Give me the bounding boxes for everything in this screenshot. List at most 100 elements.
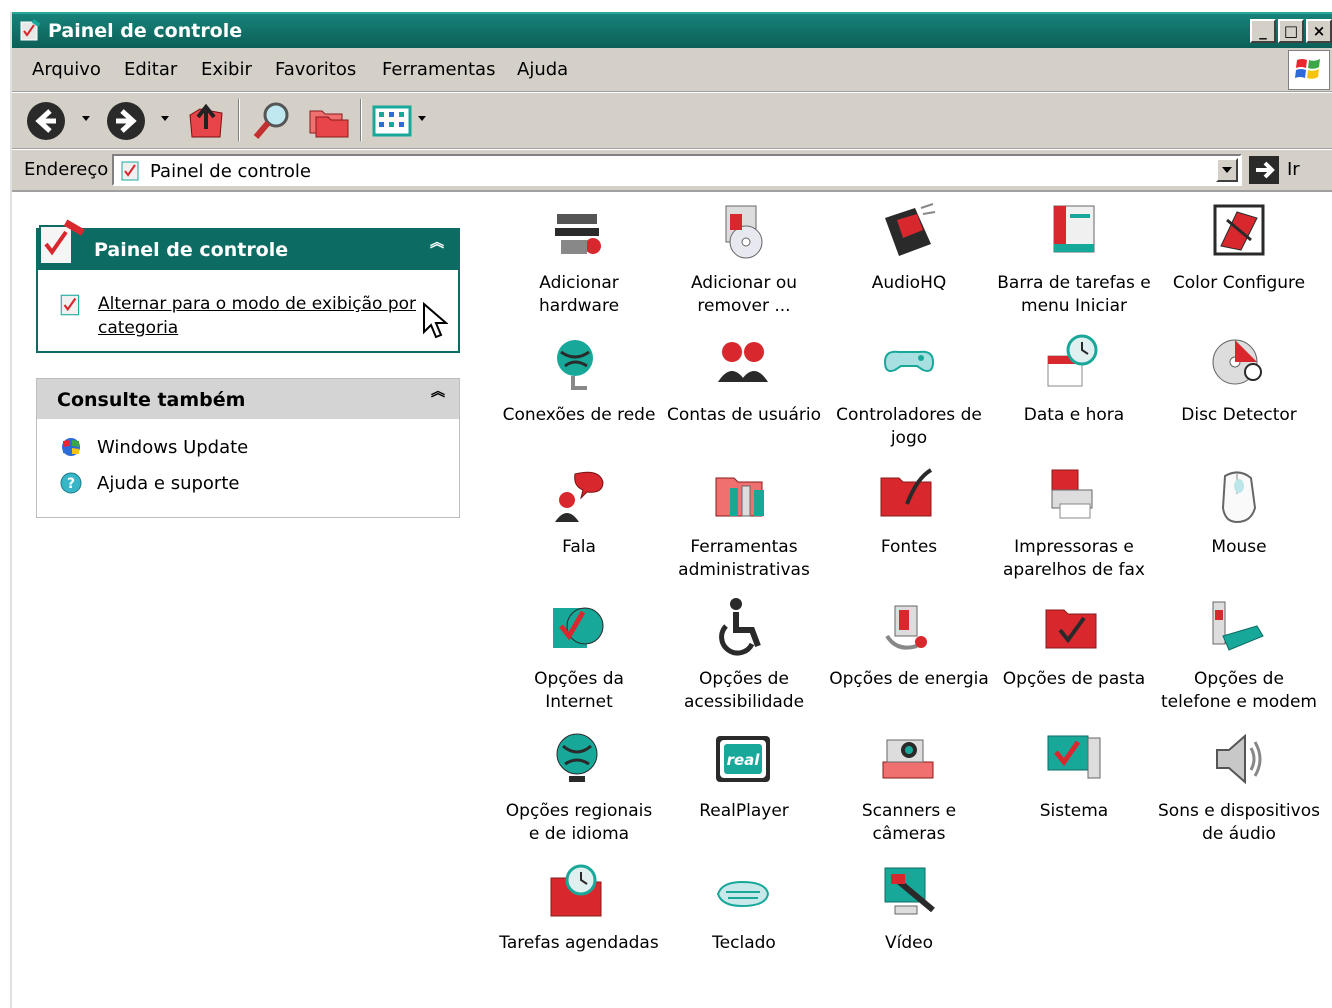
control-panel-item[interactable]: Fala [496,460,662,590]
menu-editar[interactable]: Editar [124,59,177,80]
sound-icon [1216,733,1262,785]
menu-arquivo[interactable]: Arquivo [32,59,101,80]
control-panel-item[interactable]: Sons e dispositivos de áudio [1156,724,1322,854]
windows-logo-icon [1288,50,1330,90]
item-label: Fala [562,537,596,557]
folder-options-icon [1045,609,1097,649]
collapse-chevron-icon[interactable]: ︽ [430,236,444,250]
control-panel-item[interactable]: Adicionar hardware [496,196,662,326]
date-time-icon [1047,334,1098,387]
control-panel-item[interactable]: Vídeo [826,856,992,986]
scheduled-tasks-icon [550,864,602,917]
back-icon[interactable] [24,99,68,143]
control-panel-item[interactable]: Disc Detector [1156,328,1322,458]
control-panel-item[interactable]: Conexões de rede [496,328,662,458]
folders-icon[interactable] [306,99,350,143]
control-panel-panel: Painel de controle ︽ Alternar para o mod… [36,219,460,353]
panel-title: Consulte também [57,389,246,411]
up-folder-icon[interactable] [184,99,228,143]
item-label: Data e hora [1023,405,1125,425]
item-label: Scanners e câmeras [861,801,957,844]
control-panel-item[interactable]: Contas de usuário [661,328,827,458]
control-panel-item[interactable]: Controladores de jogo [826,328,992,458]
panel-header[interactable]: Painel de controle ︽ [38,230,458,270]
control-panel-item[interactable]: Fontes [826,460,992,590]
close-button[interactable]: × [1306,19,1332,43]
menu-ajuda[interactable]: Ajuda [517,59,568,80]
svg-text:?: ? [67,476,75,492]
control-panel-item[interactable]: Tarefas agendadas [496,856,662,986]
control-panel-item[interactable]: Barra de tarefas e menu Iniciar [991,196,1157,326]
forward-icon[interactable] [104,99,148,143]
address-bar: Endereço Painel de controle Ir [12,150,1332,192]
hardware-icon [555,214,601,254]
item-label: Contas de usuário [667,405,821,425]
item-label: Sistema [1039,801,1109,821]
control-panel-item[interactable]: Opções da Internet [496,592,662,722]
panel-title: Painel de controle [94,239,289,261]
help-support-link[interactable]: ? Ajuda e suporte [57,471,239,495]
control-panel-item[interactable]: Opções de acessibilidade [661,592,827,722]
item-label: Adicionar hardware [538,273,620,316]
control-panel-item[interactable]: Sistema [991,724,1157,854]
control-panel-item[interactable]: Opções de telefone e modem [1156,592,1322,722]
go-arrow-icon[interactable] [1248,155,1280,185]
help-icon: ? [60,472,82,494]
address-value: Painel de controle [150,161,311,182]
see-also-panel: Consulte também ︽ Windows Update ? Ajuda… [36,378,460,518]
game-controller-icon [883,350,935,372]
control-panel-item[interactable]: Impressoras e aparelhos de fax [991,460,1157,590]
item-label: Controladores de jogo [836,405,982,448]
control-panel-item[interactable]: Color Configure [1156,196,1322,326]
title-bar[interactable]: Painel de controle _ □ × [12,12,1332,48]
switch-category-view-link[interactable]: Alternar para o modo de exibição por cat… [98,292,428,340]
internet-options-icon [553,607,604,648]
go-button[interactable]: Ir [1287,159,1300,180]
windows-update-link[interactable]: Windows Update [57,435,248,459]
scanner-camera-icon [882,739,934,779]
item-label: Conexões de rede [502,405,656,425]
item-label: Barra de tarefas e menu Iniciar [997,273,1151,316]
minimize-button[interactable]: _ [1250,19,1276,43]
menu-exibir[interactable]: Exibir [201,59,252,80]
control-panel-icon [20,19,41,41]
regional-icon [556,733,598,782]
windows-update-icon [62,438,80,456]
control-panel-item[interactable]: Mouse [1156,460,1322,590]
item-label: Opções de pasta [1002,669,1146,689]
control-panel-item[interactable]: Data e hora [991,328,1157,458]
item-label: Color Configure [1172,273,1306,293]
fonts-icon [880,468,933,517]
menu-favoritos[interactable]: Favoritos [275,59,356,80]
window-controls: _ □ × [1250,19,1332,43]
collapse-chevron-icon[interactable]: ︽ [431,385,445,399]
disc-detector-icon [1212,339,1262,385]
control-panel-item[interactable]: Opções de pasta [991,592,1157,722]
menu-ferramentas[interactable]: Ferramentas [382,59,495,80]
address-dropdown-icon[interactable] [1216,158,1238,182]
control-panel-item[interactable]: Opções regionais e de idioma [496,724,662,854]
address-input[interactable]: Painel de controle [112,154,1242,186]
views-icon[interactable] [370,99,414,143]
forward-dropdown-icon[interactable] [161,116,169,121]
control-panel-item[interactable]: AudioHQ [826,196,992,326]
views-dropdown-icon[interactable] [418,116,426,121]
control-panel-item[interactable]: Ferramentas administrativas [661,460,827,590]
control-panel-item[interactable]: Adicionar ou remover ... [661,196,827,326]
item-label: AudioHQ [871,273,947,293]
control-panel-item[interactable]: real RealPlayer [661,724,827,854]
control-panel-item[interactable]: Scanners e câmeras [826,724,992,854]
item-label: Disc Detector [1181,405,1297,425]
control-panel-items: Adicionar hardware Adicionar ou remover .… [496,196,1332,1008]
control-panel-item[interactable]: Teclado [661,856,827,986]
back-dropdown-icon[interactable] [82,116,90,121]
see-also-label: Ajuda e suporte [97,472,240,494]
maximize-button[interactable]: □ [1278,19,1304,43]
search-icon[interactable] [250,99,294,143]
mouse-icon [1221,471,1257,524]
control-panel-item[interactable]: Opções de energia [826,592,992,722]
control-panel-icon [39,219,85,265]
item-label: Teclado [712,933,776,953]
task-pane: Painel de controle ︽ Alternar para o mod… [12,194,482,1008]
panel-header[interactable]: Consulte também ︽ [37,379,459,419]
